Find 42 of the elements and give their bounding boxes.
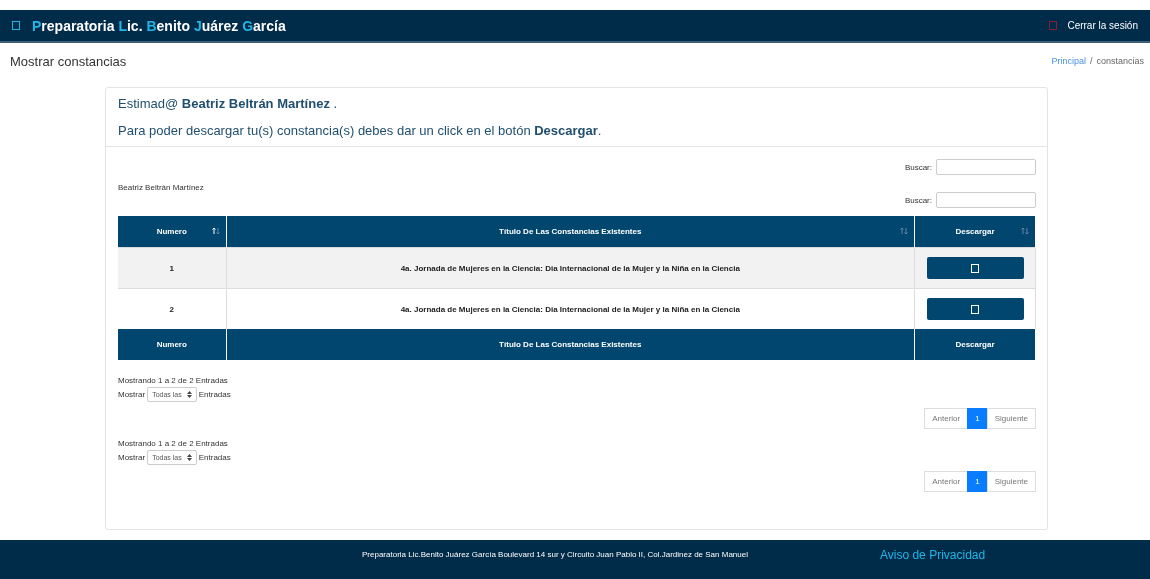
- entries-label: Entradas: [198, 390, 231, 399]
- search-field[interactable]: [936, 159, 1036, 175]
- square-icon: [971, 304, 979, 314]
- up-down-caret-icon: [186, 391, 192, 398]
- entries-info: Mostrando 1 a 2 de 2 Entradas: [118, 438, 229, 450]
- pagination-button[interactable]: Anterior: [924, 471, 969, 492]
- column-footer: Numero: [118, 329, 226, 360]
- pagination-button[interactable]: 1: [967, 471, 988, 492]
- table-cell: 4a. Jornada de Mujeres en la Ciencia: Dia Internacional de la Mujer y la Niña en la Ciencia: [226, 247, 915, 289]
- column-header[interactable]: Numero: [118, 216, 226, 248]
- up-down-caret-icon: [186, 454, 192, 461]
- search-label: Buscar:: [904, 195, 932, 205]
- square-icon: [12, 21, 20, 30]
- page-title: Mostrar constancias: [10, 53, 127, 69]
- breadcrumb-current: constancias: [1096, 56, 1144, 66]
- site-title: Preparatoria Lic. Benito Juárez García: [32, 17, 286, 34]
- pagination-button[interactable]: Siguiente: [986, 408, 1036, 429]
- footer-address: Preparatoria Lic.Benito Juárez García Boulevard 14 sur y Circuito Juan Pablo II, Col.Jardinez de San Manuel: [362, 550, 748, 559]
- column-header[interactable]: Título De Las Constancias Existentes: [226, 216, 915, 248]
- instruction-text: Para poder descargar tu(s) constancia(s) debes dar un click en el botón Descargar.: [118, 123, 603, 138]
- entries-info: Mostrando 1 a 2 de 2 Entradas: [118, 375, 229, 387]
- breadcrumb-separator: /: [1089, 56, 1093, 66]
- pagination-button[interactable]: 1: [967, 408, 988, 429]
- privacy-link[interactable]: Aviso de Privacidad: [880, 548, 986, 562]
- show-label: Mostrar: [118, 453, 146, 462]
- greeting-text: Estimad@ Beatriz Beltrán Martínez .: [118, 96, 339, 111]
- show-label: Mostrar: [118, 390, 146, 399]
- entries-label: Entradas: [198, 453, 231, 462]
- search-label: Buscar:: [904, 162, 932, 172]
- search-field[interactable]: [936, 192, 1036, 208]
- table-cell: 1: [118, 247, 226, 289]
- column-header[interactable]: Descargar: [914, 216, 1036, 248]
- logout-link[interactable]: Cerrar la sesión: [1049, 20, 1138, 31]
- pagination-button[interactable]: Anterior: [924, 408, 969, 429]
- student-name: Beatriz Beltrán Martínez: [118, 183, 205, 192]
- pagination-button[interactable]: Siguiente: [986, 471, 1036, 492]
- breadcrumb-link[interactable]: Principal: [1051, 56, 1086, 66]
- column-footer: Título De Las Constancias Existentes: [226, 329, 915, 360]
- column-footer: Descargar: [914, 329, 1036, 360]
- download-button[interactable]: [926, 257, 1024, 279]
- square-icon: [971, 263, 979, 273]
- download-button[interactable]: [926, 298, 1024, 320]
